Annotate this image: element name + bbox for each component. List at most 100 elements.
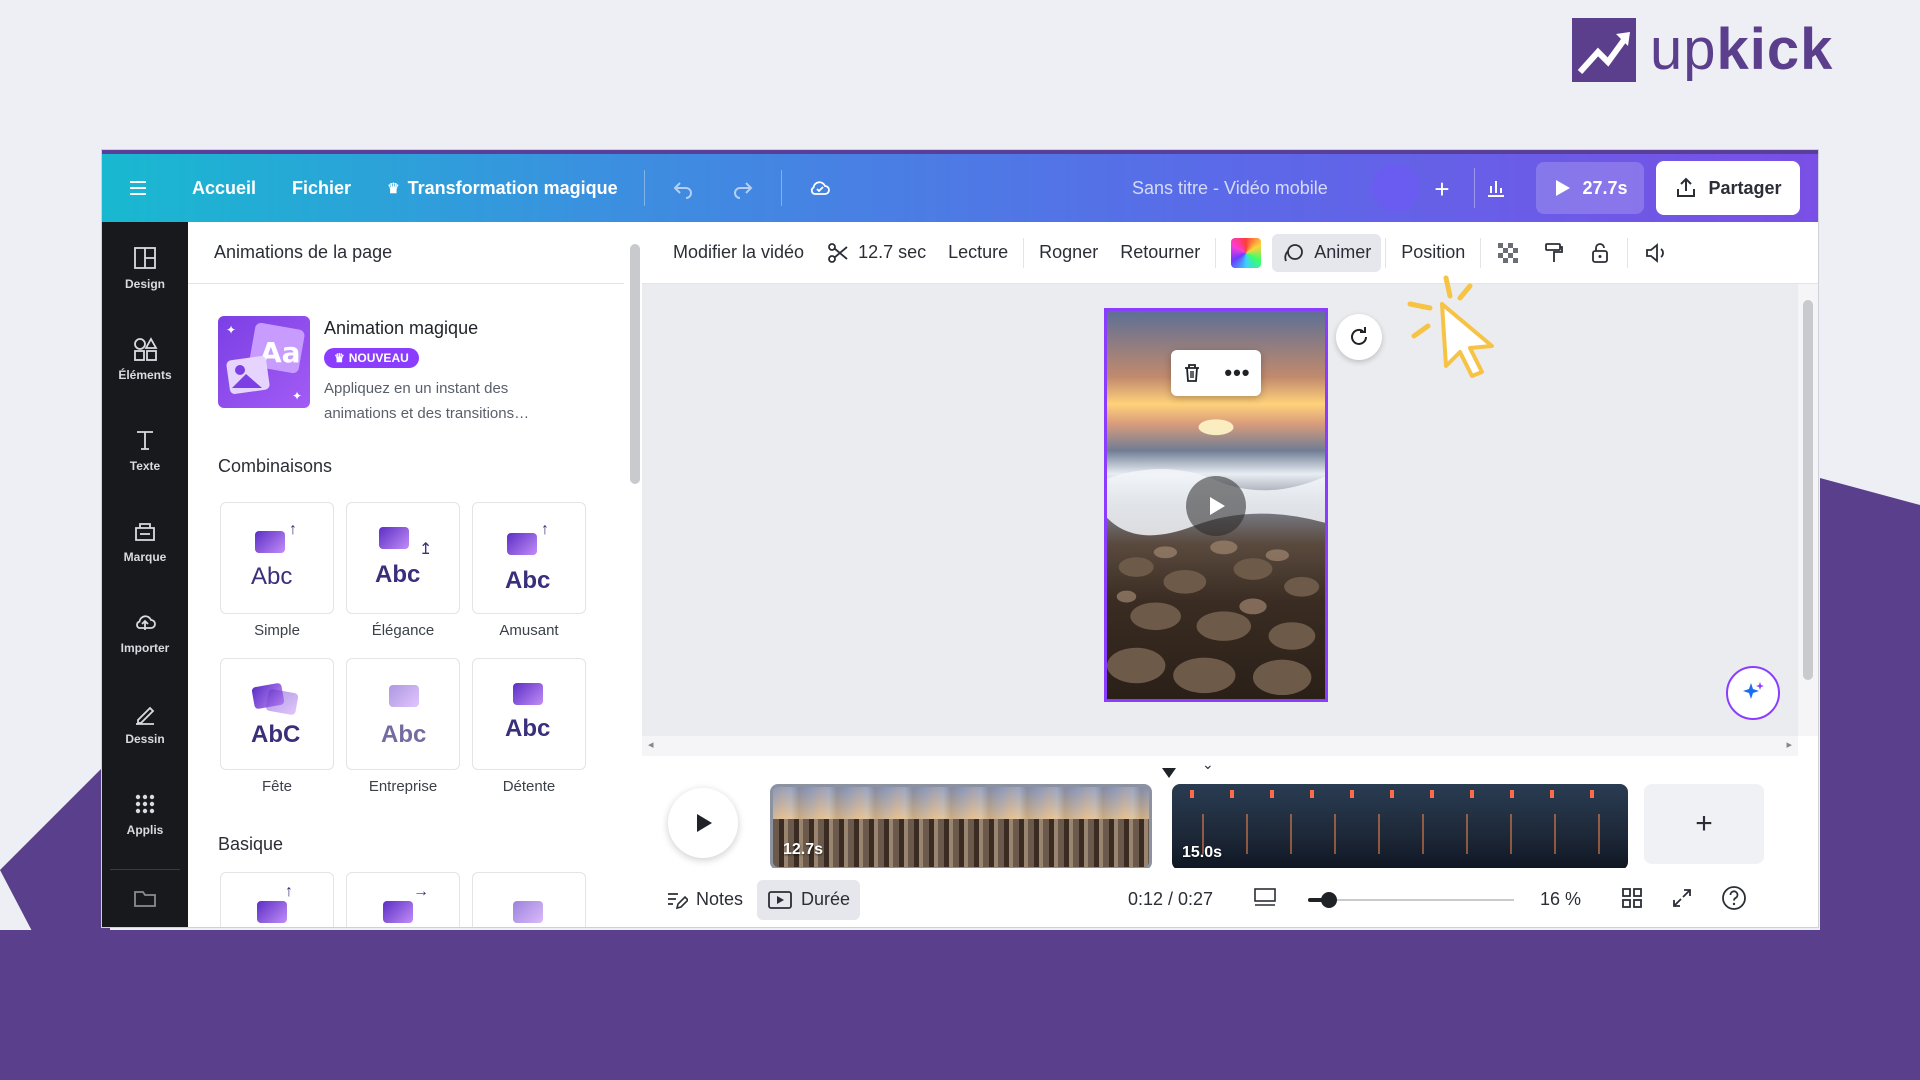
shapes-icon: [134, 336, 158, 361]
animation-tile-basic-2[interactable]: →: [346, 872, 460, 927]
clip-2-reflections: [1172, 814, 1628, 854]
trim-button[interactable]: 12.7 sec: [815, 222, 937, 284]
brand-logo: upkick: [1572, 16, 1833, 84]
svg-text:✦: ✦: [292, 389, 302, 403]
rail-label: Importer: [120, 640, 170, 655]
zoom-slider-knob[interactable]: [1321, 892, 1337, 908]
copy-style-button[interactable]: [1531, 222, 1577, 284]
tile-sample: Abc: [251, 563, 293, 590]
avatar[interactable]: [1372, 164, 1420, 212]
rail-item-draw[interactable]: Dessin: [102, 677, 188, 768]
image-icon: [255, 531, 285, 553]
rail-item-projects[interactable]: [102, 870, 188, 926]
magic-switch-button[interactable]: ♛ Transformation magique: [369, 154, 636, 222]
animate-button[interactable]: Animer: [1272, 233, 1382, 272]
more-options-icon[interactable]: •••: [1224, 360, 1250, 386]
cloud-check-icon: [810, 181, 830, 195]
image-ghost-icon: [265, 688, 299, 716]
playback-button[interactable]: Lecture: [937, 222, 1019, 284]
timeline-play-button[interactable]: [668, 788, 738, 858]
animation-tile-detente[interactable]: Abc: [472, 658, 586, 770]
timeline-clip-1[interactable]: 12.7s: [770, 784, 1152, 870]
animation-tile-basic-3[interactable]: [472, 872, 586, 927]
scroll-right-icon[interactable]: ▸: [1786, 738, 1792, 751]
divider: [1627, 237, 1629, 268]
home-link[interactable]: Accueil: [174, 154, 274, 222]
cloud-save-button[interactable]: [790, 154, 850, 222]
lock-button[interactable]: [1577, 222, 1623, 284]
help-button[interactable]: [1720, 884, 1748, 917]
section-title-combinations: Combinaisons: [218, 456, 333, 476]
rail-item-apps[interactable]: Applis: [102, 768, 188, 859]
play-icon: [1210, 497, 1225, 515]
rail-item-elements[interactable]: Éléments: [102, 313, 188, 404]
playhead-marker[interactable]: [1162, 768, 1176, 778]
animation-tile-entreprise[interactable]: Abc: [346, 658, 460, 770]
video-play-overlay[interactable]: [1186, 476, 1246, 536]
crop-button[interactable]: Rogner: [1028, 222, 1109, 284]
magic-assistant-button[interactable]: [1726, 666, 1780, 720]
panel-scrollbar[interactable]: [624, 222, 642, 927]
edit-video-button[interactable]: Modifier la vidéo: [662, 222, 815, 284]
rail-item-brand[interactable]: Marque: [102, 495, 188, 586]
editor-window: Accueil Fichier ♛ Transformation magique…: [102, 150, 1818, 927]
duration-button[interactable]: Durée: [757, 879, 861, 920]
notes-label: Notes: [696, 889, 744, 909]
animation-tile-amusant[interactable]: ↑ Abc: [472, 502, 586, 614]
image-icon: [507, 533, 537, 555]
zoom-level[interactable]: 16 %: [1540, 889, 1581, 910]
add-page-button[interactable]: [1336, 314, 1382, 360]
rail-item-design[interactable]: Design: [102, 222, 188, 313]
present-button[interactable]: 27.7s: [1536, 162, 1644, 214]
canvas-horizontal-scrollbar[interactable]: ◂ ▸: [642, 736, 1798, 756]
timeline: 12.7s ⌄ 15.0s +: [642, 756, 1818, 870]
video-duration-icon: [768, 890, 792, 909]
grid-icon: [1622, 888, 1642, 908]
animation-tile-basic-1[interactable]: ↑: [220, 872, 334, 927]
tile-label: Simple: [254, 622, 300, 639]
tile-label: Fête: [261, 778, 292, 795]
clip-1-sunset-band: [773, 787, 1149, 819]
fullscreen-button[interactable]: [1670, 886, 1694, 915]
bar-chart-icon: [1487, 181, 1504, 197]
add-clip-button[interactable]: +: [1644, 784, 1764, 864]
panel-scroll-thumb[interactable]: [630, 244, 640, 484]
animation-tile-simple[interactable]: ↑ Abc: [220, 502, 334, 614]
add-collaborator-button[interactable]: +: [1425, 172, 1459, 206]
grid-view-button[interactable]: [1620, 886, 1644, 915]
undo-button[interactable]: [653, 154, 713, 222]
file-menu[interactable]: Fichier: [274, 154, 369, 222]
animation-tile-elegance[interactable]: ↥ Abc: [346, 502, 460, 614]
flip-button[interactable]: Retourner: [1109, 222, 1211, 284]
magic-animation-card[interactable]: Aa ✦ ✦ Animation magique ♛ NOUVEAU Appliq…: [218, 316, 618, 426]
redo-button[interactable]: [713, 154, 773, 222]
top-bar: Accueil Fichier ♛ Transformation magique…: [102, 154, 1818, 222]
upload-icon: [136, 614, 156, 630]
chevron-down-icon[interactable]: ⌄: [1202, 756, 1214, 773]
document-title[interactable]: Sans titre - Vidéo mobile: [1132, 154, 1328, 222]
notes-button[interactable]: Notes: [654, 880, 753, 920]
animation-tile-fete[interactable]: AbC: [220, 658, 334, 770]
tile-sample: AbC: [251, 721, 301, 748]
timeline-clip-2[interactable]: 15.0s: [1172, 784, 1628, 870]
sparkle-icon: [1743, 682, 1764, 699]
rail-item-text[interactable]: Texte: [102, 404, 188, 495]
share-button[interactable]: Partager: [1656, 161, 1800, 215]
canvas-vertical-scroll-thumb[interactable]: [1803, 300, 1813, 680]
refresh-plus-icon: [1351, 327, 1367, 345]
rail-item-upload[interactable]: Importer: [102, 586, 188, 677]
page-view-button[interactable]: [1252, 886, 1278, 915]
trash-icon[interactable]: [1181, 362, 1203, 384]
color-button[interactable]: [1220, 222, 1272, 284]
time-readout: 0:12 / 0:27: [1128, 889, 1214, 909]
zoom-slider[interactable]: [1308, 892, 1514, 908]
help-icon: [1722, 886, 1746, 910]
volume-button[interactable]: [1632, 222, 1680, 284]
share-label: Partager: [1708, 177, 1782, 198]
insights-button[interactable]: [1474, 168, 1516, 208]
menu-button[interactable]: [102, 154, 174, 222]
canvas-vertical-scrollbar[interactable]: [1798, 284, 1818, 736]
scroll-left-icon[interactable]: ◂: [648, 738, 654, 751]
tile-sample: Abc: [505, 567, 551, 589]
tile-label: Élégance: [371, 622, 435, 639]
